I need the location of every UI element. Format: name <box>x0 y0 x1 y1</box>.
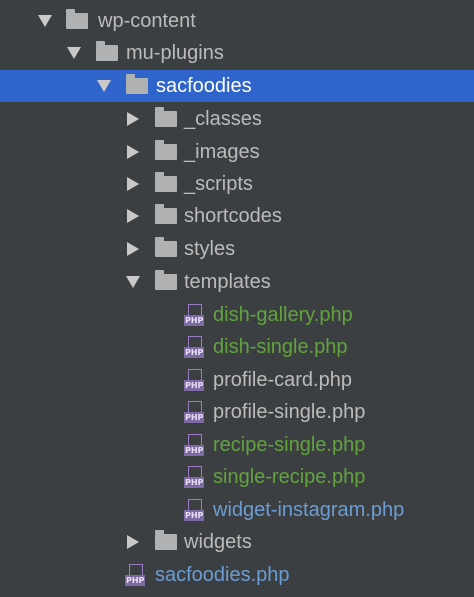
php-file-icon: PHP <box>184 466 206 488</box>
tree-file-profile-card[interactable]: PHP profile-card.php <box>0 364 474 396</box>
chevron-down-icon[interactable] <box>36 5 54 37</box>
tree-node-wp-content[interactable]: wp-content <box>0 5 474 37</box>
file-label: profile-card.php <box>213 369 352 391</box>
folder-icon <box>96 41 118 61</box>
tree-node-classes[interactable]: _classes <box>0 103 474 135</box>
file-label: dish-single.php <box>213 336 348 358</box>
tree-node-templates[interactable]: templates <box>0 266 474 298</box>
chevron-right-icon[interactable] <box>123 103 141 135</box>
php-file-icon: PHP <box>184 499 206 521</box>
folder-icon <box>155 107 177 127</box>
folder-label: sacfoodies <box>156 75 252 97</box>
chevron-right-icon[interactable] <box>123 526 141 558</box>
folder-icon <box>155 172 177 192</box>
folder-label: styles <box>184 238 236 260</box>
tree-file-sacfoodies-php[interactable]: PHP sacfoodies.php <box>0 559 474 591</box>
php-file-icon: PHP <box>184 401 206 423</box>
folder-icon <box>155 237 177 257</box>
chevron-right-icon[interactable] <box>123 200 141 232</box>
tree-file-recipe-single[interactable]: PHP recipe-single.php <box>0 429 474 461</box>
folder-label: shortcodes <box>184 205 282 227</box>
tree-node-scripts[interactable]: _scripts <box>0 168 474 200</box>
folder-label: templates <box>184 271 271 293</box>
tree-file-dish-gallery[interactable]: PHP dish-gallery.php <box>0 299 474 331</box>
chevron-right-icon[interactable] <box>123 136 141 168</box>
folder-label: _images <box>184 141 260 163</box>
folder-label: widgets <box>184 531 252 553</box>
folder-label: _classes <box>184 108 262 130</box>
chevron-down-icon[interactable] <box>95 70 113 102</box>
tree-node-widgets[interactable]: widgets <box>0 526 474 558</box>
php-file-icon: PHP <box>184 369 206 391</box>
folder-label: _scripts <box>184 173 253 195</box>
chevron-down-icon[interactable] <box>124 266 142 298</box>
project-tree: wp-content mu-plugins sacfoodies _classe… <box>0 0 474 597</box>
folder-icon <box>66 9 88 29</box>
tree-node-mu-plugins[interactable]: mu-plugins <box>0 37 474 69</box>
file-label: recipe-single.php <box>213 434 366 456</box>
folder-icon <box>155 270 177 290</box>
php-file-icon: PHP <box>125 564 147 586</box>
folder-icon <box>155 140 177 160</box>
tree-node-images[interactable]: _images <box>0 136 474 168</box>
file-label: widget-instagram.php <box>213 499 405 521</box>
tree-file-widget-instagram[interactable]: PHP widget-instagram.php <box>0 494 474 526</box>
folder-label: wp-content <box>98 10 196 32</box>
file-label: single-recipe.php <box>213 466 366 488</box>
folder-icon <box>155 530 177 550</box>
php-file-icon: PHP <box>184 336 206 358</box>
chevron-right-icon[interactable] <box>123 168 141 200</box>
tree-file-profile-single[interactable]: PHP profile-single.php <box>0 396 474 428</box>
tree-node-sacfoodies[interactable]: sacfoodies <box>0 70 474 102</box>
file-label: dish-gallery.php <box>213 304 353 326</box>
chevron-down-icon[interactable] <box>65 37 83 69</box>
php-file-icon: PHP <box>184 434 206 456</box>
tree-file-single-recipe[interactable]: PHP single-recipe.php <box>0 461 474 493</box>
folder-label: mu-plugins <box>126 42 224 64</box>
folder-icon <box>126 74 148 94</box>
tree-node-styles[interactable]: styles <box>0 233 474 265</box>
folder-icon <box>155 204 177 224</box>
tree-node-shortcodes[interactable]: shortcodes <box>0 200 474 232</box>
tree-file-dish-single[interactable]: PHP dish-single.php <box>0 331 474 363</box>
file-label: profile-single.php <box>213 401 366 423</box>
php-file-icon: PHP <box>184 304 206 326</box>
file-label: sacfoodies.php <box>155 564 290 586</box>
chevron-right-icon[interactable] <box>123 233 141 265</box>
